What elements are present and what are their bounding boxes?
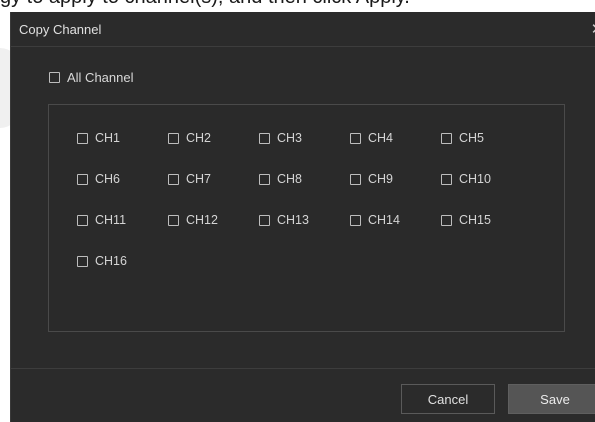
channel-checkbox-ch2[interactable]: CH2 [168,129,259,147]
channel-label: CH16 [95,254,127,268]
channel-checkbox-ch4[interactable]: CH4 [350,129,441,147]
channel-checkbox-ch7[interactable]: CH7 [168,170,259,188]
dialog-titlebar: Copy Channel ✕ [11,12,595,47]
channel-checkbox-ch1[interactable]: CH1 [77,129,168,147]
channel-checkbox-ch6[interactable]: CH6 [77,170,168,188]
channel-checkbox-box[interactable] [259,132,270,144]
channel-label: CH11 [95,213,127,227]
channel-checkbox-ch13[interactable]: CH13 [259,211,350,229]
channel-label: CH2 [186,131,212,145]
channel-checkbox-box[interactable] [441,173,452,185]
channel-checkbox-box[interactable] [77,132,88,144]
channel-checkbox-ch10[interactable]: CH10 [441,170,532,188]
background-page-text: gy to apply to channel(s), and then clic… [0,0,595,9]
channel-label: CH13 [277,213,309,227]
channel-checkbox-ch3[interactable]: CH3 [259,129,350,147]
channel-checkbox-box[interactable] [259,214,270,226]
channel-label: CH6 [95,172,121,186]
channel-label: CH10 [459,172,491,186]
channel-checkbox-ch12[interactable]: CH12 [168,211,259,229]
all-channel-checkbox-box[interactable] [49,72,60,83]
channel-checkbox-box[interactable] [77,173,88,185]
channel-label: CH1 [95,131,121,145]
channel-checkbox-ch5[interactable]: CH5 [441,129,532,147]
dialog-title: Copy Channel [19,21,102,37]
channel-checkbox-ch16[interactable]: CH16 [77,252,168,270]
all-channel-checkbox[interactable]: All Channel [49,70,134,85]
channel-label: CH4 [368,131,394,145]
channel-checkbox-ch14[interactable]: CH14 [350,211,441,229]
channel-checkbox-box[interactable] [350,214,361,226]
channel-checkbox-box[interactable] [350,132,361,144]
channel-label: CH7 [186,172,212,186]
channel-label: CH14 [368,213,400,227]
close-icon[interactable]: ✕ [587,19,595,39]
channel-checkbox-box[interactable] [441,214,452,226]
channel-checkbox-box[interactable] [168,132,179,144]
channel-grid: CH1 CH2 CH3 CH4 CH5 CH6 CH7 CH8 CH9 CH10 CH11 CH12 C… [77,129,532,293]
channel-checkbox-box[interactable] [259,173,270,185]
footer-divider [11,368,595,369]
channel-checkbox-ch9[interactable]: CH9 [350,170,441,188]
all-channel-label: All Channel [67,70,134,85]
channel-label: CH12 [186,213,218,227]
save-button[interactable]: Save [508,384,595,414]
channel-label: CH15 [459,213,491,227]
channel-checkbox-ch15[interactable]: CH15 [441,211,532,229]
channel-list-panel: CH1 CH2 CH3 CH4 CH5 CH6 CH7 CH8 CH9 CH10 CH11 CH12 C… [48,104,565,332]
channel-label: CH9 [368,172,394,186]
channel-label: CH5 [459,131,485,145]
cancel-button[interactable]: Cancel [401,384,495,414]
channel-checkbox-ch8[interactable]: CH8 [259,170,350,188]
channel-checkbox-ch11[interactable]: CH11 [77,211,168,229]
channel-checkbox-box[interactable] [168,173,179,185]
channel-label: CH8 [277,172,303,186]
channel-checkbox-box[interactable] [77,255,88,267]
channel-checkbox-box[interactable] [441,132,452,144]
channel-checkbox-box[interactable] [350,173,361,185]
channel-label: CH3 [277,131,303,145]
channel-checkbox-box[interactable] [168,214,179,226]
channel-checkbox-box[interactable] [77,214,88,226]
copy-channel-dialog: Copy Channel ✕ All Channel CH1CH2CH3CH4C… [10,12,595,422]
